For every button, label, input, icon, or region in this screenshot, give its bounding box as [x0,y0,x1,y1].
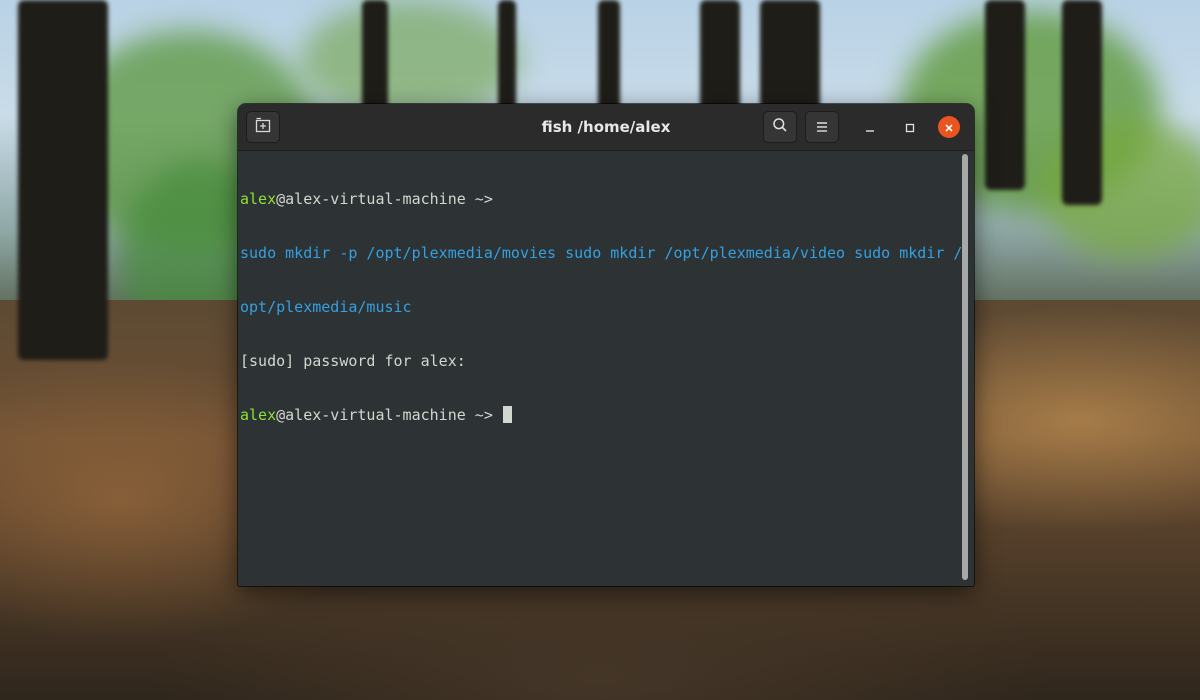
search-button[interactable] [763,111,797,143]
close-icon [944,118,954,137]
terminal-window: fish /home/alex alex@alex-virtual-machin… [238,104,974,586]
new-tab-button[interactable] [246,111,280,143]
prompt-host: @alex-virtual-machine ~> [276,406,493,424]
prompt-user: alex [240,190,277,208]
minimize-button[interactable] [860,117,880,137]
prompt-line: alex@alex-virtual-machine ~> [240,190,964,208]
prompt-host: @alex-virtual-machine ~> [276,190,493,208]
hamburger-menu-icon [815,118,829,137]
title-bar[interactable]: fish /home/alex [238,104,974,151]
maximize-icon [905,118,915,137]
command-line: sudo mkdir -p /opt/plexmedia/movies sudo… [240,244,963,262]
maximize-button[interactable] [900,117,920,137]
sudo-password-prompt: [sudo] password for alex: [240,352,466,370]
new-tab-icon [255,117,271,137]
prompt-user: alex [240,406,277,424]
menu-button[interactable] [805,111,839,143]
active-prompt-line: alex@alex-virtual-machine ~> [240,406,964,424]
command-line-wrap: opt/plexmedia/music [240,298,412,316]
terminal-scrollbar[interactable] [962,154,968,580]
text-cursor [502,406,512,423]
close-button[interactable] [938,116,960,138]
search-icon [772,117,788,137]
terminal-output[interactable]: alex@alex-virtual-machine ~> sudo mkdir … [238,151,964,586]
minimize-icon [865,118,875,137]
